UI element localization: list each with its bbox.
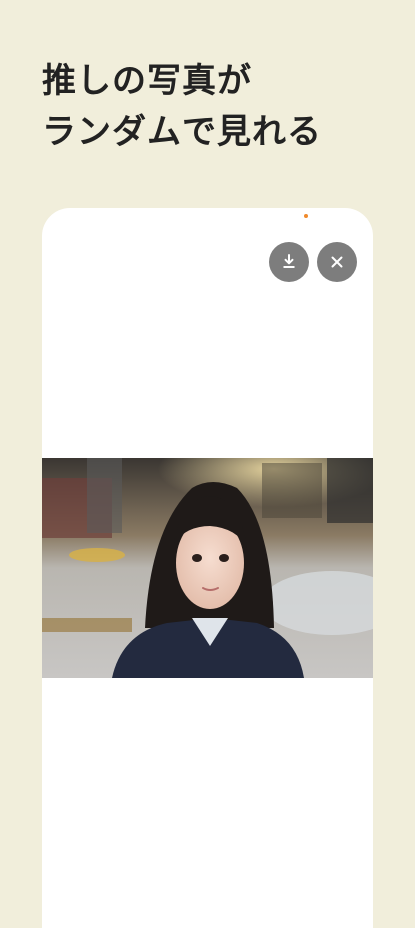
close-icon bbox=[331, 256, 343, 268]
phone-screen bbox=[42, 208, 373, 928]
headline: 推しの写真が ランダムで見れる bbox=[42, 56, 402, 158]
status-indicator-dot bbox=[304, 214, 308, 218]
download-icon bbox=[283, 254, 295, 268]
random-photo bbox=[42, 458, 373, 678]
headline-line-1: 推しの写真が bbox=[42, 61, 252, 101]
close-button[interactable] bbox=[317, 242, 357, 282]
download-button[interactable] bbox=[269, 242, 309, 282]
headline-line-2: ランダムで見れる bbox=[42, 112, 322, 152]
